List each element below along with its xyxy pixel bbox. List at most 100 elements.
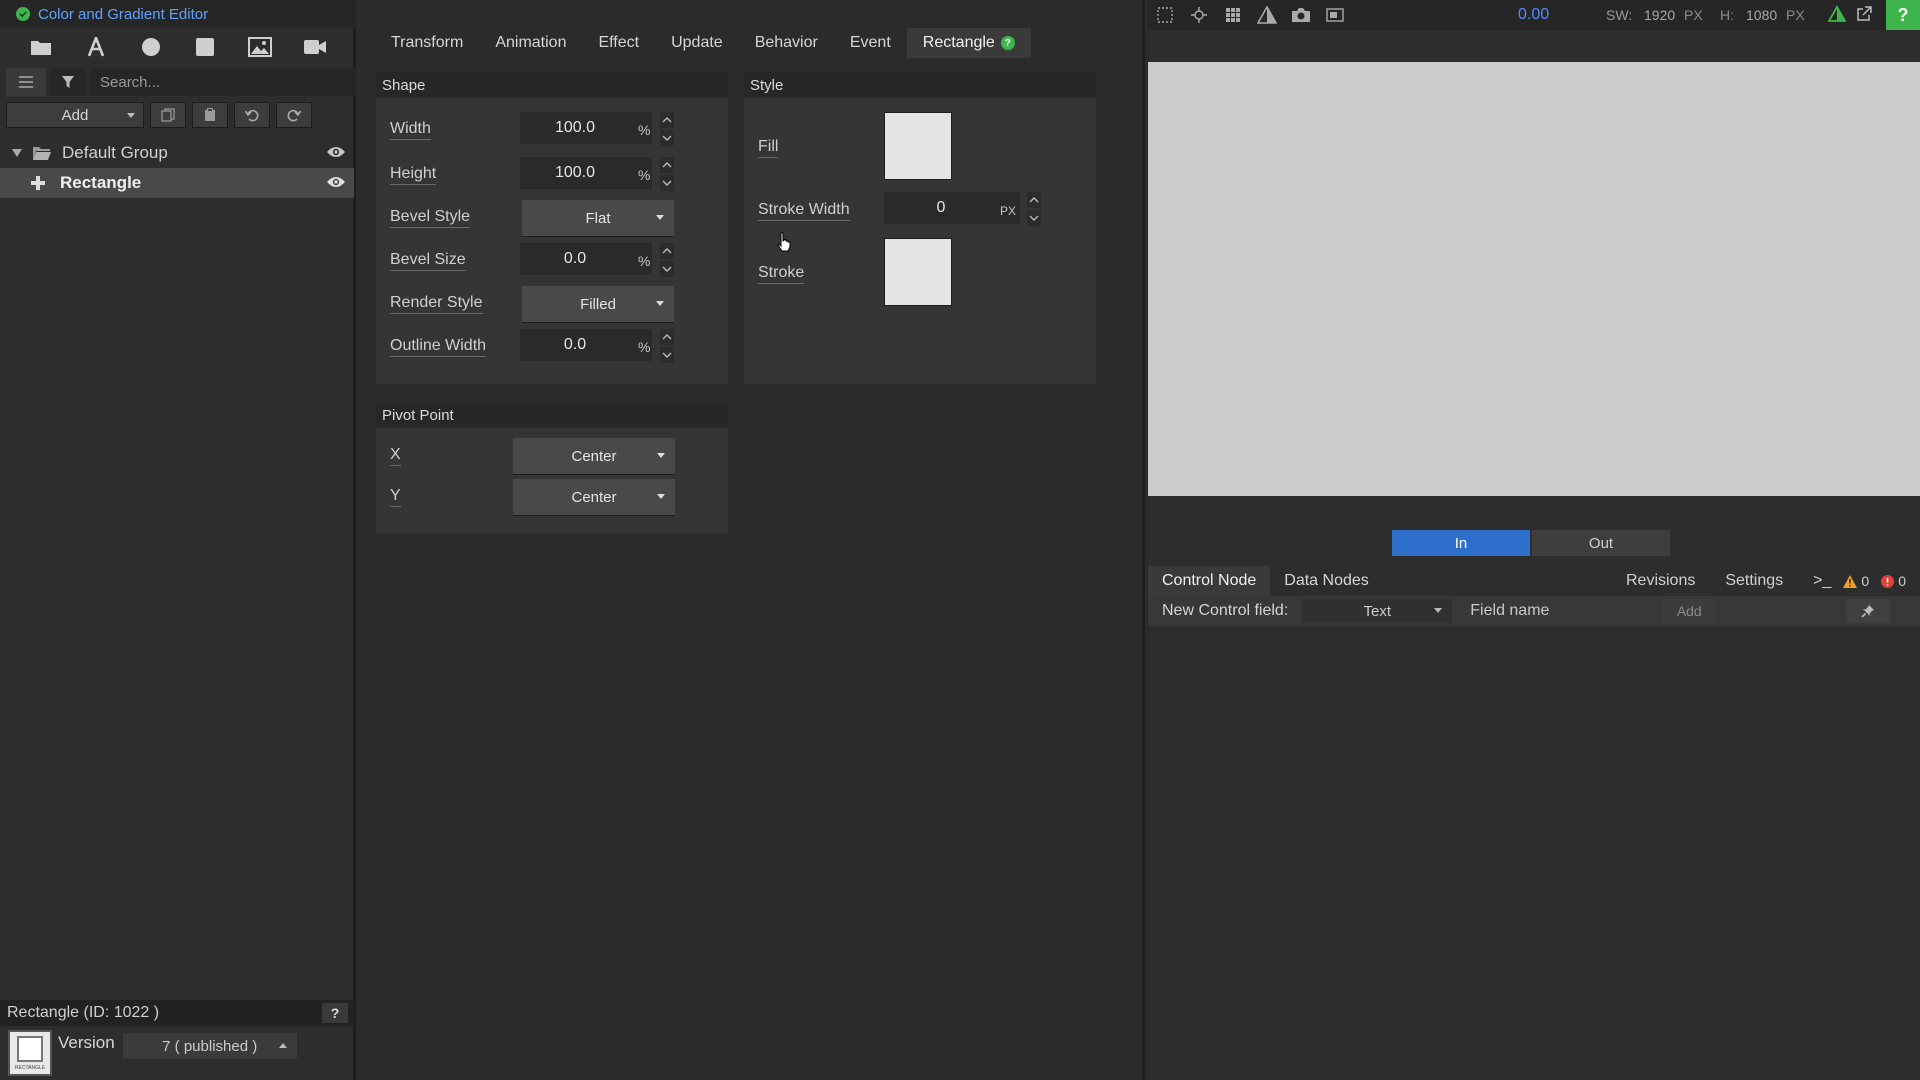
version-value: 7 ( published ) — [162, 1037, 258, 1055]
chevron-down-icon[interactable] — [660, 175, 674, 191]
chevron-up-icon[interactable] — [1027, 192, 1041, 208]
console-button[interactable]: >_ — [1813, 572, 1831, 590]
outline-width-stepper[interactable] — [660, 329, 674, 363]
pivot-point-panel: Pivot Point X Center Y Center — [376, 402, 728, 534]
pin-icon[interactable] — [1846, 599, 1891, 623]
text-icon[interactable] — [80, 32, 112, 62]
add-button[interactable]: Add — [6, 102, 144, 128]
filter-icon[interactable] — [50, 68, 86, 96]
alpha-status-icon[interactable] — [1828, 5, 1846, 23]
window-titlebar: Color and Gradient Editor — [0, 0, 356, 28]
paste-button[interactable] — [192, 102, 228, 128]
timecode-display[interactable]: 0.00 — [1518, 6, 1549, 24]
video-icon[interactable] — [299, 32, 331, 62]
selection-status: Rectangle (ID: 1022 ) ? — [0, 1000, 354, 1026]
in-out-toggle: In Out — [1148, 530, 1920, 556]
camera-icon[interactable] — [1284, 0, 1318, 30]
safe-area-icon[interactable] — [1148, 0, 1182, 30]
undo-icon[interactable] — [234, 102, 270, 128]
eye-icon[interactable] — [326, 175, 346, 189]
width-input[interactable] — [520, 112, 652, 144]
search-row — [6, 68, 356, 96]
canvas-preview[interactable] — [1148, 62, 1920, 496]
outline-width-input[interactable] — [520, 329, 652, 361]
chevron-down-icon[interactable] — [12, 149, 22, 157]
add-object-toolbar — [0, 28, 356, 66]
tab-effect[interactable]: Effect — [582, 28, 655, 58]
square-icon[interactable] — [189, 32, 221, 62]
tab-event[interactable]: Event — [834, 28, 907, 58]
external-link-icon[interactable] — [1856, 6, 1872, 22]
tab-data-nodes[interactable]: Data Nodes — [1270, 566, 1383, 596]
chevron-up-icon[interactable] — [660, 243, 674, 259]
tab-animation[interactable]: Animation — [479, 28, 582, 58]
stroke-color-swatch[interactable] — [884, 238, 952, 306]
stroke-width-stepper[interactable] — [1027, 192, 1041, 226]
pivot-y-select[interactable]: Center — [513, 479, 675, 515]
help-button[interactable]: ? — [1886, 0, 1920, 30]
stage-height-value: 1080 — [1746, 7, 1778, 23]
tab-rectangle[interactable]: Rectangle ? — [906, 28, 1031, 58]
stage-width-value: 1920 — [1644, 7, 1676, 23]
tab-behavior[interactable]: Behavior — [739, 28, 834, 58]
eye-icon[interactable] — [326, 145, 346, 159]
sw-label: SW: — [1606, 7, 1633, 23]
tree-item-default-group[interactable]: Default Group — [0, 138, 354, 168]
thumbnail-square — [17, 1036, 43, 1062]
error-counter[interactable]: 0 — [1881, 573, 1906, 589]
chevron-down-icon — [1434, 608, 1443, 613]
field-type-select[interactable]: Text — [1302, 599, 1453, 623]
chevron-up-icon[interactable] — [660, 329, 674, 345]
circle-icon[interactable] — [135, 32, 167, 62]
in-button[interactable]: In — [1392, 530, 1530, 556]
shape-panel: Shape Width % Height % Bevel Style Flat … — [376, 72, 728, 384]
list-view-button[interactable] — [6, 68, 46, 96]
out-button[interactable]: Out — [1532, 530, 1670, 556]
tab-update[interactable]: Update — [655, 28, 739, 58]
property-tabs: Transform Animation Effect Update Behavi… — [359, 28, 1145, 58]
bevel-size-stepper[interactable] — [660, 243, 674, 277]
bevel-style-select[interactable]: Flat — [522, 200, 674, 236]
search-input[interactable] — [90, 68, 356, 96]
alpha-icon[interactable] — [1250, 0, 1284, 30]
fill-color-swatch[interactable] — [884, 112, 952, 180]
width-stepper[interactable] — [660, 112, 674, 146]
snapshot-icon[interactable] — [1318, 0, 1352, 30]
stage-height-label: H: — [1720, 7, 1734, 23]
redo-icon[interactable] — [276, 102, 312, 128]
pivot-x-select[interactable]: Center — [513, 438, 675, 474]
pivot-y-label: Y — [390, 487, 401, 507]
bevel-size-unit: % — [638, 253, 651, 269]
chevron-down-icon[interactable] — [660, 347, 674, 363]
field-add-button[interactable]: Add — [1662, 599, 1717, 623]
height-input[interactable] — [520, 157, 652, 189]
warning-counter[interactable]: 0 — [1843, 573, 1869, 589]
image-icon[interactable] — [244, 32, 276, 62]
tree-item-rectangle[interactable]: Rectangle — [0, 168, 354, 198]
height-unit: % — [638, 167, 651, 183]
revisions-button[interactable]: Revisions — [1626, 572, 1695, 590]
grid-icon[interactable] — [1216, 0, 1250, 30]
window-title: Color and Gradient Editor — [38, 5, 209, 23]
stroke-width-unit: PX — [1000, 204, 1017, 218]
settings-button[interactable]: Settings — [1725, 572, 1783, 590]
tab-control-node[interactable]: Control Node — [1148, 566, 1271, 596]
help-button[interactable]: ? — [322, 1003, 348, 1023]
bevel-size-input[interactable] — [520, 243, 652, 275]
chevron-up-icon[interactable] — [660, 157, 674, 173]
folder-icon[interactable] — [25, 32, 57, 62]
field-name-input[interactable] — [1458, 599, 1649, 623]
chevron-down-icon[interactable] — [660, 261, 674, 277]
panel-header: Pivot Point — [376, 402, 728, 428]
chevron-down-icon[interactable] — [1027, 210, 1041, 226]
chevron-up-icon[interactable] — [660, 112, 674, 128]
version-select[interactable]: 7 ( published ) — [122, 1033, 297, 1059]
render-style-select[interactable]: Filled — [522, 286, 674, 322]
tab-transform[interactable]: Transform — [375, 28, 479, 58]
field-type-value: Text — [1363, 602, 1392, 620]
help-icon[interactable]: ? — [1000, 36, 1015, 50]
chevron-down-icon[interactable] — [660, 130, 674, 146]
crosshair-icon[interactable] — [1182, 0, 1216, 30]
height-stepper[interactable] — [660, 157, 674, 191]
duplicate-button[interactable] — [150, 102, 186, 128]
